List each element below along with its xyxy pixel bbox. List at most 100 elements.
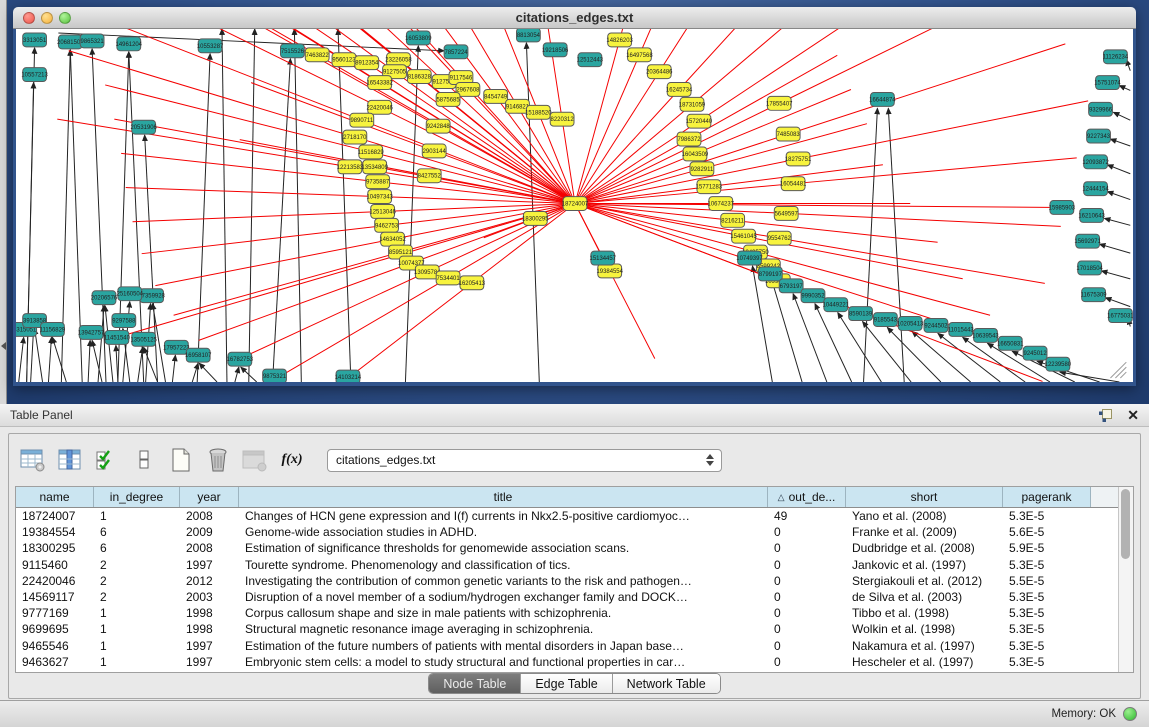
graph-node[interactable]: 11516829 [358,145,385,159]
table-cell[interactable]: Jankovic et al. (1997) [846,557,1003,573]
table-cell[interactable]: 19384554 [16,524,94,540]
graph-edge[interactable] [1113,112,1130,120]
graph-node[interactable]: 25160504 [117,287,144,301]
graph-node[interactable]: 15461045 [730,229,757,243]
column-header-in_degree[interactable]: in_degree [94,487,180,507]
graph-node[interactable]: 10749397 [736,251,762,265]
graph-edge[interactable] [448,204,575,278]
column-header-pagerank[interactable]: pagerank [1003,487,1091,507]
graph-hub-node[interactable]: 18724007 [562,197,588,211]
table-cell[interactable]: 2008 [180,540,239,556]
graph-node[interactable]: 8590139 [849,307,873,321]
graph-node[interactable]: 14103214 [335,370,362,382]
close-panel-icon[interactable]: ✕ [1127,408,1139,422]
table-row[interactable]: 2242004622012Investigating the contribut… [16,573,1118,589]
graph-node[interactable]: 18275751 [785,152,812,166]
table-cell[interactable]: Hescheler et al. (1997) [846,654,1003,670]
table-cell[interactable]: Wolkin et al. (1998) [846,621,1003,637]
table-row[interactable]: 977716911998Corpus callosum shape and si… [16,605,1118,621]
table-cell[interactable]: 1 [94,638,180,654]
table-row[interactable]: 946362711997Embryonic stem cells: a mode… [16,654,1118,670]
graph-node[interactable]: 11675309 [1081,288,1108,302]
graph-edge[interactable] [283,278,448,375]
graph-node[interactable]: 22420046 [366,100,393,114]
table-cell[interactable]: 9115460 [16,557,94,573]
tab-edge-table[interactable]: Edge Table [521,674,612,693]
graph-node[interactable]: 7986372 [677,132,701,146]
graph-edge[interactable] [240,140,429,176]
graph-node[interactable]: 19384554 [596,264,623,278]
graph-edge[interactable] [19,337,24,382]
graph-edge[interactable] [1105,298,1130,307]
graph-node[interactable]: 14826203 [606,33,633,47]
graph-edge[interactable] [338,29,351,382]
table-cell[interactable]: 2008 [180,508,239,524]
graph-edge[interactable] [197,54,210,382]
table-cell[interactable]: 9465546 [16,638,94,654]
column-header-out_de[interactable]: △out_de... [768,487,846,507]
table-cell[interactable]: de Silva et al. (2003) [846,589,1003,605]
graph-node[interactable]: 5875685 [436,92,460,106]
graph-edge[interactable] [1060,372,1119,382]
table-cell[interactable]: Corpus callosum shape and size in male p… [239,605,768,621]
scrollbar-thumb[interactable] [1121,489,1130,559]
graph-node[interactable]: 16497568 [626,48,653,62]
graph-edge[interactable] [1104,218,1130,225]
table-row[interactable]: 969969511998Structural magnetic resonanc… [16,621,1118,637]
table-cell[interactable]: 5.9E-5 [1003,540,1091,556]
graph-edge[interactable] [174,252,401,315]
graph-node[interactable]: 10449221 [823,298,850,312]
graph-node[interactable]: 18731059 [679,97,706,111]
graph-node[interactable]: 8799197 [758,267,782,281]
column-header-title[interactable]: title [239,487,768,507]
graph-edge[interactable] [338,283,472,382]
graph-node[interactable]: 16644874 [869,92,896,106]
table-cell[interactable]: 1998 [180,605,239,621]
table-row[interactable]: 946554611997Estimation of the future num… [16,638,1118,654]
graph-edge[interactable] [679,29,814,89]
table-cell[interactable]: 18300295 [16,540,94,556]
graph-edge[interactable] [1119,86,1130,91]
graph-node[interactable]: 15188520 [525,105,552,119]
table-cell[interactable]: Embryonic stem cells: a model to study s… [239,654,768,670]
graph-edge[interactable] [786,213,1061,226]
graph-node[interactable]: 8912354 [355,56,379,70]
graph-node[interactable]: 6793197 [779,279,803,293]
canvas-resize-grip-icon[interactable] [1120,372,1126,378]
graph-node[interactable]: 11156829 [40,323,66,337]
table-cell[interactable]: 0 [768,589,846,605]
graph-edge[interactable] [126,29,380,107]
table-row[interactable]: 1872400712008Changes of HCN gene express… [16,508,1118,524]
table-cell[interactable]: Nakamura et al. (1997) [846,638,1003,654]
graph-node[interactable]: 2718170 [343,130,367,144]
table-cell[interactable]: 1997 [180,654,239,670]
graph-edge[interactable] [1100,244,1131,253]
graph-node[interactable]: 15985903 [1049,201,1076,215]
graph-node[interactable]: 18300295 [522,211,549,225]
graph-node[interactable]: 12512443 [577,53,604,67]
float-panel-icon[interactable] [1098,408,1113,423]
graph-node[interactable]: 13534809 [361,160,388,174]
graph-edge[interactable] [249,29,255,382]
table-cell[interactable]: 0 [768,621,846,637]
graph-edge[interactable] [88,340,90,382]
graph-edge[interactable] [155,239,392,285]
graph-edge[interactable] [912,331,971,382]
collapsed-side-panel[interactable] [0,0,7,404]
graph-edge[interactable] [98,306,104,382]
table-cell[interactable]: 5.3E-5 [1003,589,1091,605]
table-cell[interactable]: Yano et al. (2008) [846,508,1003,524]
graph-edge[interactable] [779,238,1045,283]
table-cell[interactable]: 0 [768,557,846,573]
table-vertical-scrollbar[interactable] [1118,487,1133,672]
tab-network-table[interactable]: Network Table [613,674,720,693]
table-cell[interactable]: 0 [768,605,846,621]
table-cell[interactable]: 5.3E-5 [1003,654,1091,670]
table-cell[interactable]: 2012 [180,573,239,589]
graph-node[interactable]: 17855407 [766,96,792,110]
graph-node[interactable]: 8427552 [417,169,441,183]
graph-node[interactable]: 8220312 [550,112,574,126]
delete-table-button[interactable] [204,446,232,474]
table-row[interactable]: 1938455462009Genome-wide association stu… [16,524,1118,540]
graph-node[interactable]: 14961204 [116,37,143,51]
